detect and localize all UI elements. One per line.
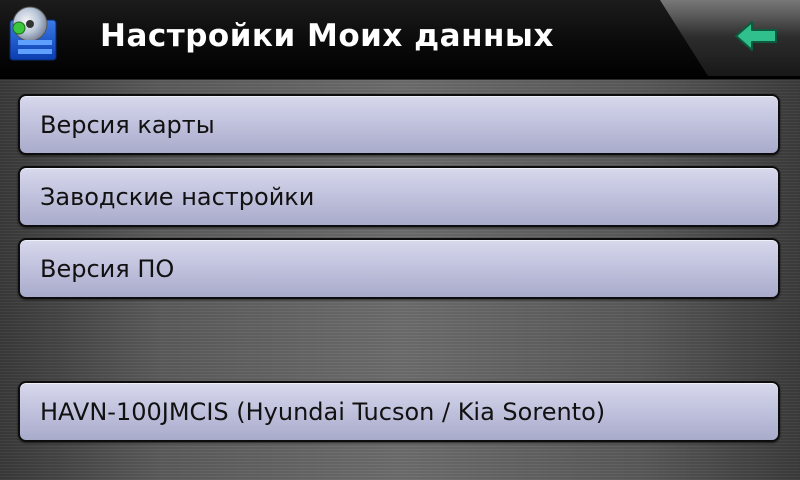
device-model-label: HAVN-100JMCIS (Hyundai Tucson / Kia Sore… <box>40 397 606 426</box>
back-arrow-icon <box>735 21 777 51</box>
factory-settings-button[interactable]: Заводские настройки <box>18 166 780 227</box>
device-model-button[interactable]: HAVN-100JMCIS (Hyundai Tucson / Kia Sore… <box>18 381 780 442</box>
map-version-button[interactable]: Версия карты <box>18 94 780 155</box>
factory-settings-label: Заводские настройки <box>40 182 315 211</box>
map-version-label: Версия карты <box>40 110 215 139</box>
software-version-label: Версия ПО <box>40 254 175 283</box>
page-title: Настройки Моих данных <box>100 18 554 54</box>
settings-disc-icon <box>9 6 57 61</box>
software-version-button[interactable]: Версия ПО <box>18 238 780 299</box>
